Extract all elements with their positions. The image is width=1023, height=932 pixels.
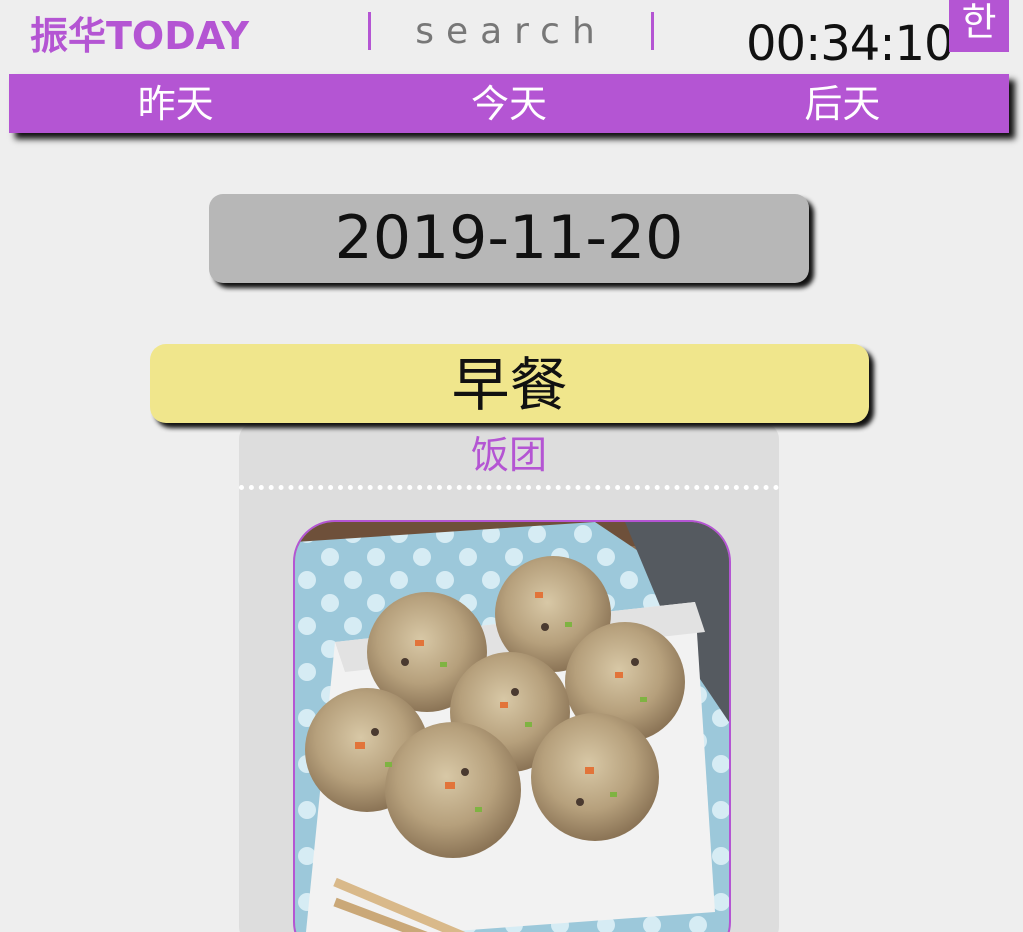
food-card: 饭团 <box>239 423 779 932</box>
date-display: 2019-11-20 <box>209 194 809 283</box>
clock: 00:34:10 <box>746 16 955 72</box>
language-toggle-button[interactable]: 한 <box>949 0 1009 52</box>
rice-ball-illustration <box>295 522 729 932</box>
day-nav-bar: 昨天 今天 后天 <box>9 74 1009 133</box>
meal-title: 早餐 <box>150 344 869 423</box>
search-right-divider <box>651 12 654 50</box>
brand-logo[interactable]: 振华TODAY <box>30 10 249 62</box>
search-left-divider <box>368 12 371 50</box>
search-input[interactable] <box>380 10 642 52</box>
nav-item-day-after-tomorrow[interactable]: 后天 <box>676 74 1009 133</box>
dotted-divider <box>239 485 779 490</box>
nav-item-yesterday[interactable]: 昨天 <box>9 74 342 133</box>
food-photo <box>293 520 731 932</box>
search-box <box>368 10 654 52</box>
nav-item-today[interactable]: 今天 <box>342 74 675 133</box>
page: 振华TODAY 00:34:10 한 昨天 今天 后天 2019-11-20 早… <box>0 0 1023 932</box>
food-name: 饭团 <box>470 433 547 477</box>
